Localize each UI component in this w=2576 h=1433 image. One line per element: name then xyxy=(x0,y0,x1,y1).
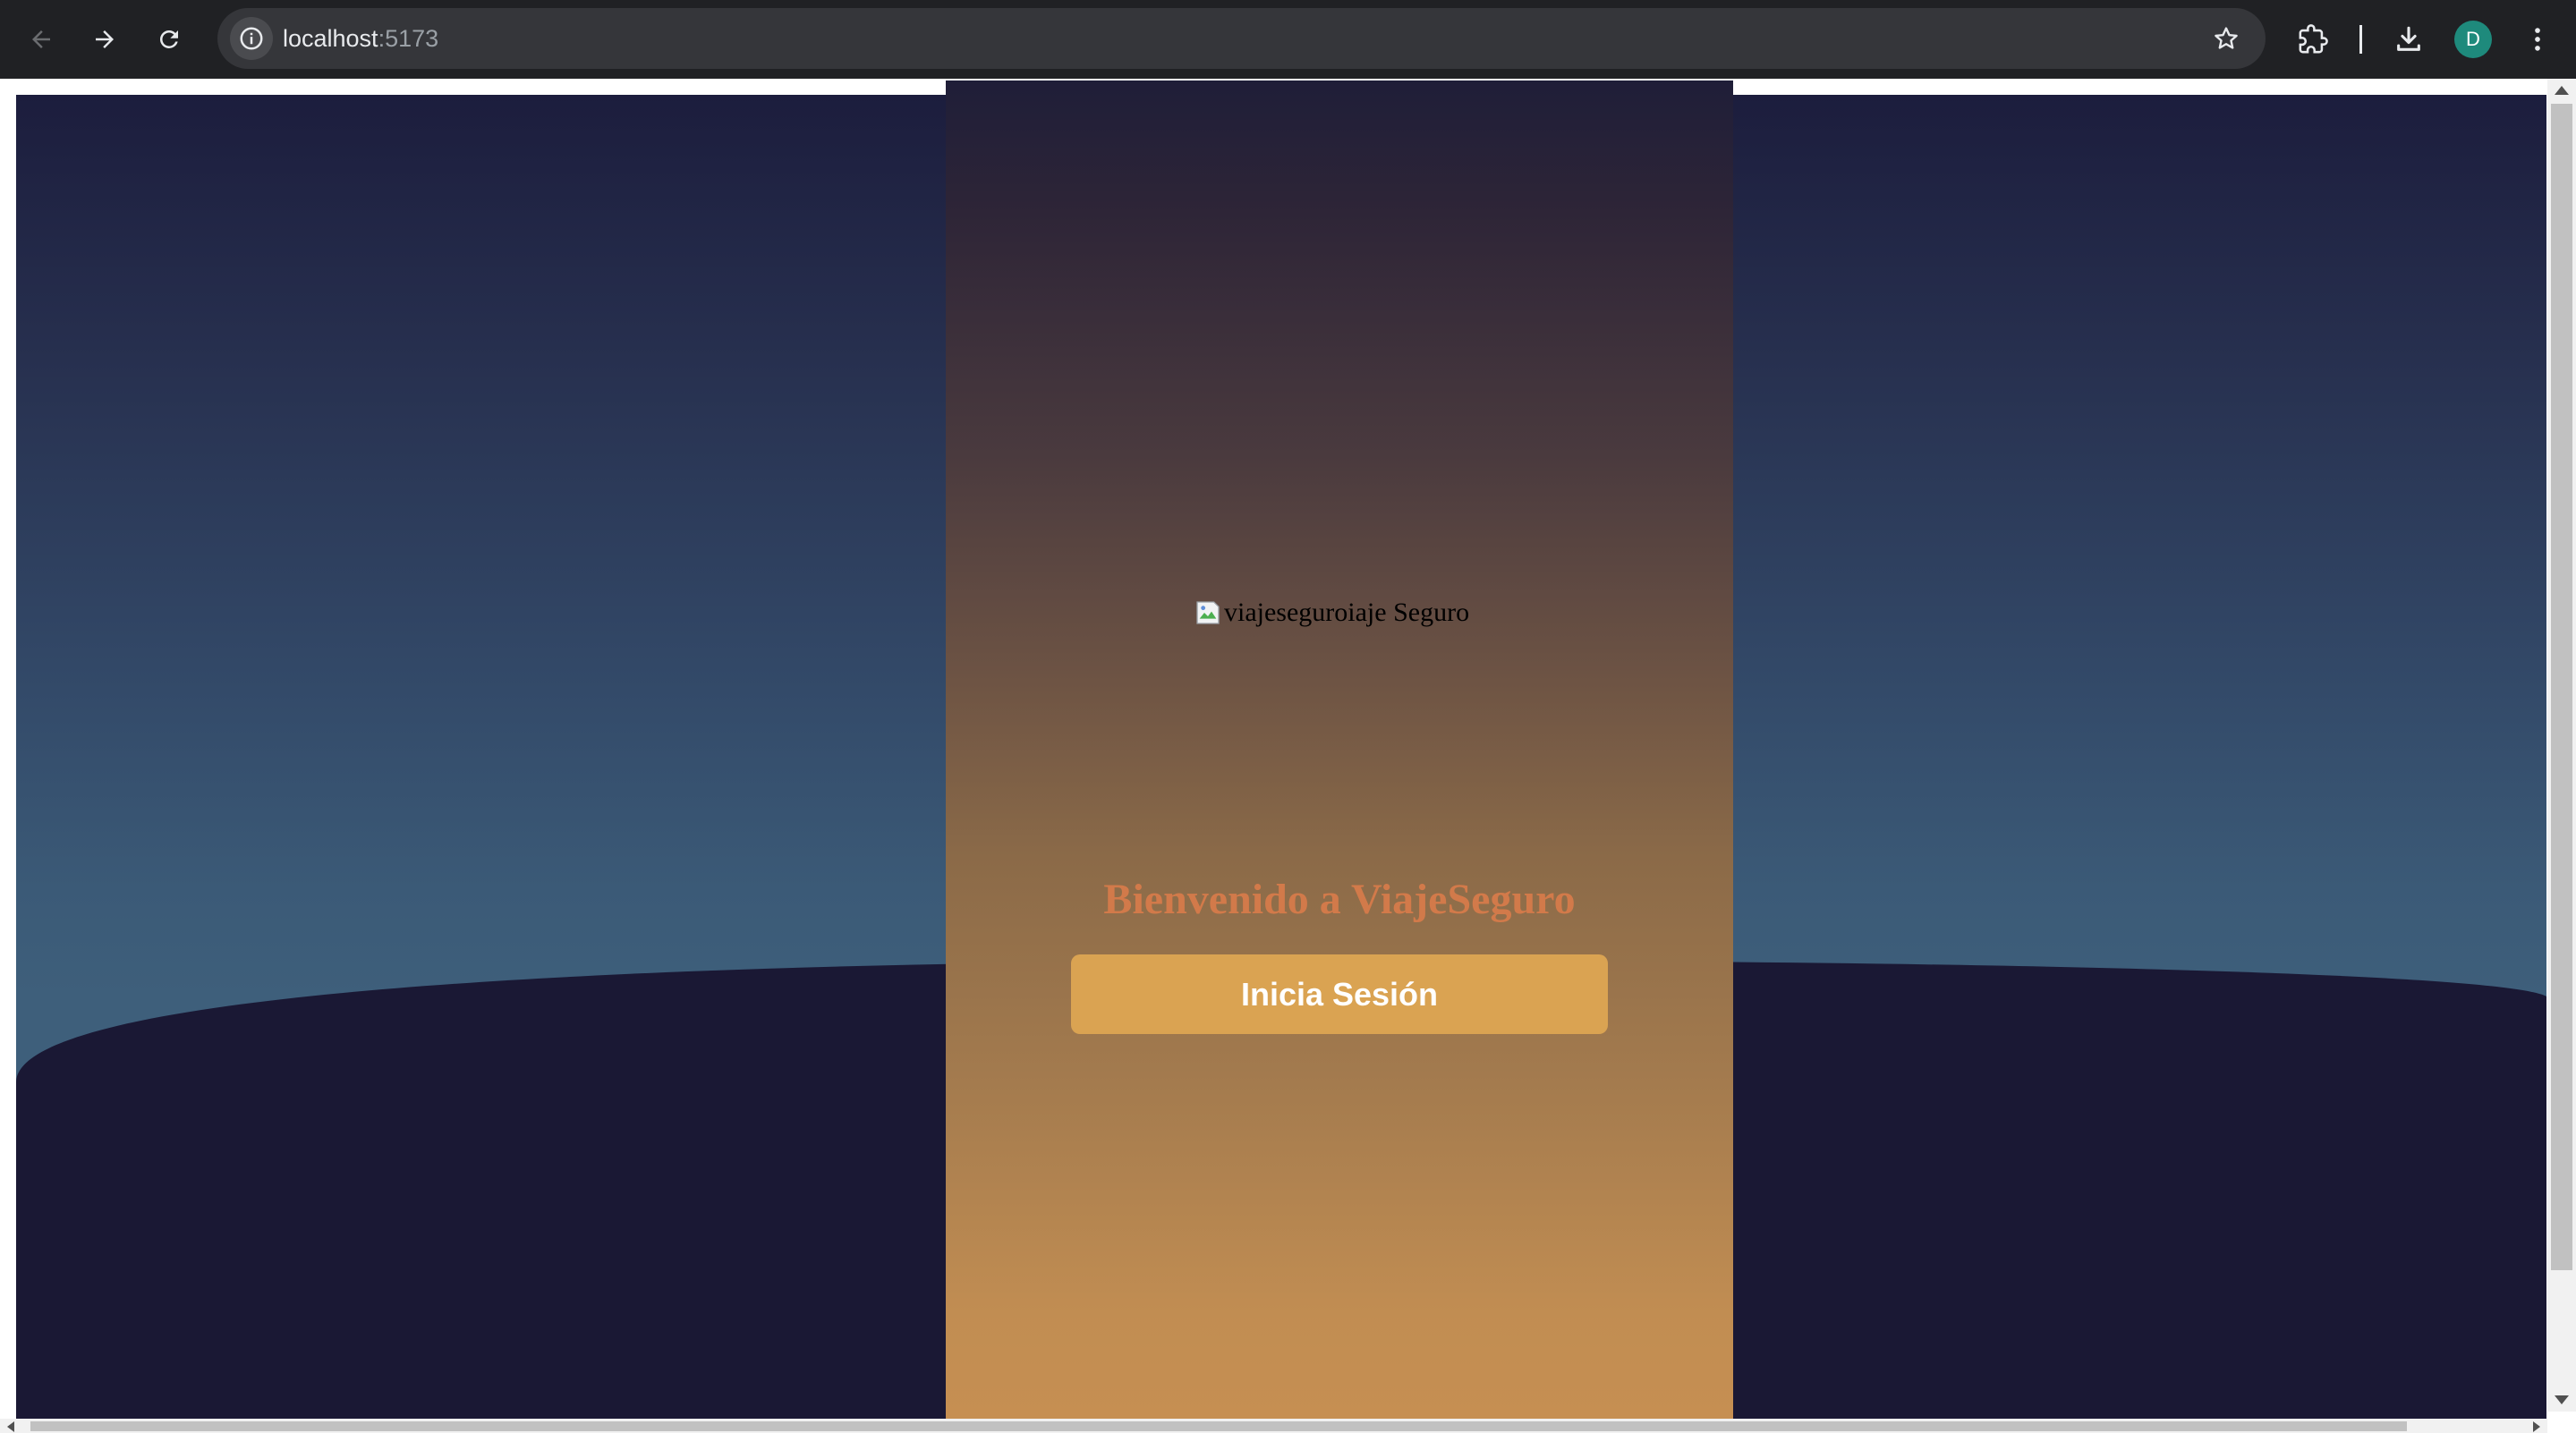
vertical-scrollbar[interactable] xyxy=(2547,79,2576,1412)
reload-icon xyxy=(159,30,178,48)
page-viewport: viajeseguroiaje Seguro Bienvenido a Viaj… xyxy=(0,79,2576,1433)
welcome-title: Bienvenido a ViajeSeguro xyxy=(1103,876,1576,923)
scroll-up-arrow[interactable] xyxy=(2555,86,2569,95)
bookmark-button[interactable] xyxy=(2206,19,2246,58)
url-port: :5173 xyxy=(378,25,439,52)
broken-image-icon xyxy=(1196,601,1220,624)
downloads-button[interactable] xyxy=(2385,16,2432,63)
toolbar-divider xyxy=(2359,25,2362,54)
info-icon xyxy=(240,27,263,50)
download-icon xyxy=(2397,26,2420,51)
logo-alt-text: viajeseguroiaje Seguro xyxy=(1224,598,1470,627)
profile-avatar[interactable]: D xyxy=(2454,21,2492,58)
back-button[interactable] xyxy=(20,18,63,61)
address-bar[interactable]: localhost:5173 xyxy=(217,8,2266,69)
scroll-down-arrow[interactable] xyxy=(2555,1395,2569,1404)
scroll-right-arrow[interactable] xyxy=(2533,1421,2540,1432)
browser-toolbar: localhost:5173 D xyxy=(0,0,2576,79)
url-text[interactable]: localhost:5173 xyxy=(283,8,438,69)
extensions-button[interactable] xyxy=(2290,16,2336,63)
login-button[interactable]: Inicia Sesión xyxy=(1071,954,1608,1034)
browser-menu-button[interactable] xyxy=(2514,16,2561,63)
scroll-left-arrow[interactable] xyxy=(7,1421,14,1432)
url-host: localhost xyxy=(283,25,378,52)
forward-button[interactable] xyxy=(83,18,126,61)
reload-button[interactable] xyxy=(148,18,191,61)
puzzle-icon xyxy=(2299,24,2328,54)
welcome-panel xyxy=(946,81,1733,1419)
arrow-left-icon xyxy=(32,30,50,48)
arrow-right-icon xyxy=(96,30,114,48)
vertical-scroll-thumb[interactable] xyxy=(2551,104,2572,1270)
star-icon xyxy=(2215,27,2238,49)
kebab-menu-icon xyxy=(2535,28,2540,51)
horizontal-scrollbar[interactable] xyxy=(0,1419,2547,1433)
horizontal-scroll-thumb[interactable] xyxy=(30,1421,2407,1431)
logo-image: viajeseguroiaje Seguro xyxy=(1194,598,1469,628)
site-info-button[interactable] xyxy=(230,17,273,60)
